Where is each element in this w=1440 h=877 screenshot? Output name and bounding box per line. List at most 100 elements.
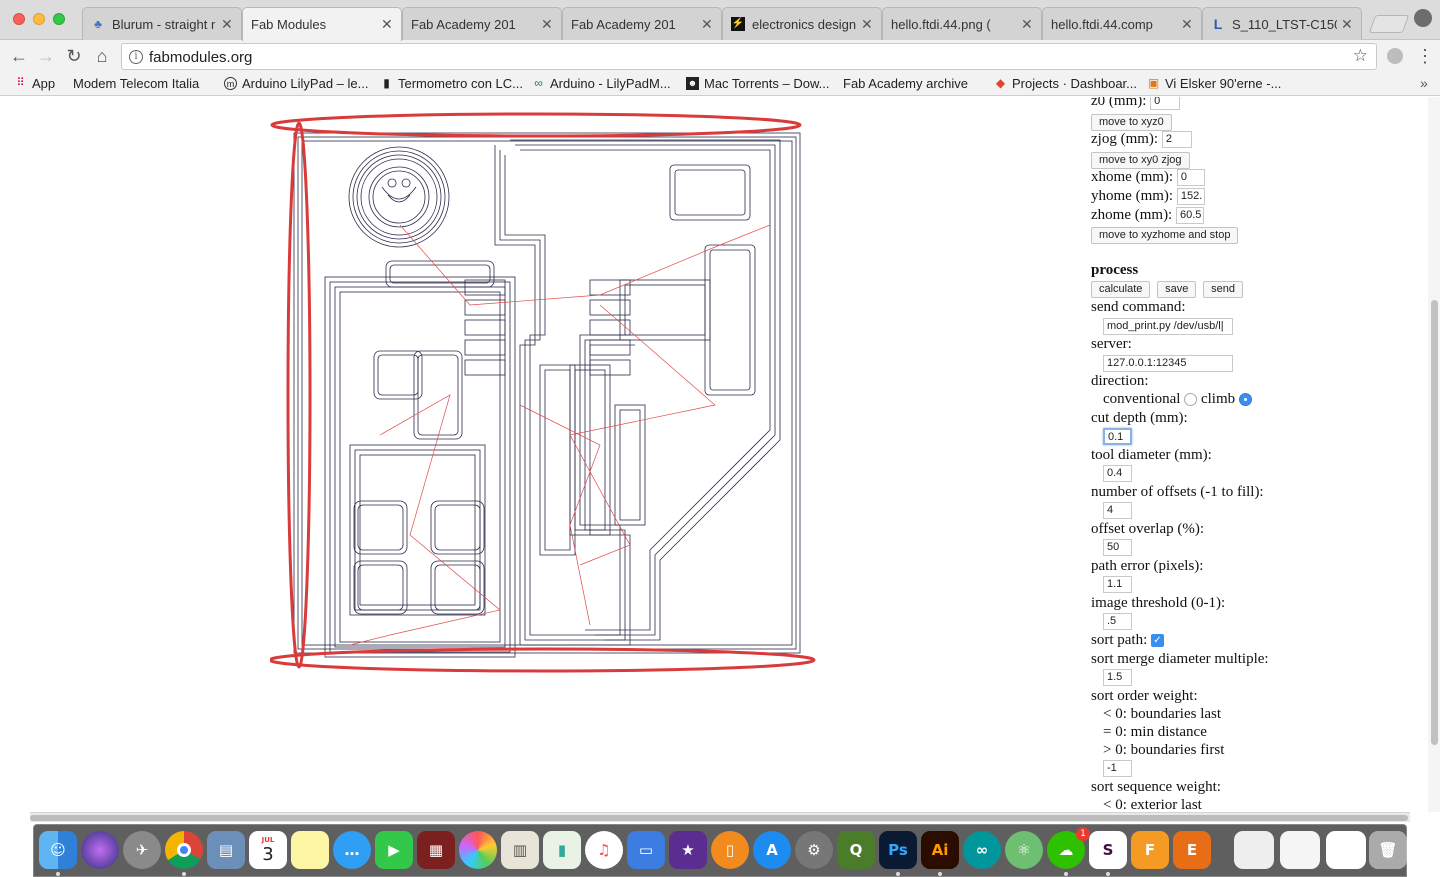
atom-icon[interactable]: ⚛ [1005,831,1043,869]
keynote-icon[interactable]: ▭ [627,831,665,869]
ibooks-icon[interactable]: ▯ [711,831,749,869]
horizontal-scrollbar[interactable] [30,812,1410,822]
system-preferences-icon[interactable]: ⚙ [795,831,833,869]
bookmark-projects-dashboard[interactable]: ◆ Projects · Dashboar... [994,76,1137,91]
bookmark-vi-elsker[interactable]: ▣ Vi Elsker 90'erne -... [1147,76,1282,91]
bookmark-apps[interactable]: ⠿ App [14,76,55,91]
forward-arrow-icon[interactable]: → [34,44,58,68]
preview-icon[interactable]: ▤ [207,831,245,869]
xhome-input[interactable]: 0 [1176,169,1205,187]
fusion-icon[interactable]: F [1131,831,1169,869]
chrome-icon[interactable] [165,831,203,869]
conventional-radio[interactable] [1184,393,1198,407]
document-stack-icon[interactable] [1280,831,1320,869]
yhome-input[interactable]: 152. [1176,188,1205,206]
horizontal-scroll-thumb[interactable] [30,815,1408,821]
app-store-icon[interactable]: A [753,831,791,869]
address-bar[interactable]: i fabmodules.org ☆ [121,43,1377,70]
info-icon[interactable]: i [129,50,143,64]
z0-input[interactable]: 0 [1150,97,1181,111]
bookmark-mac-torrents[interactable]: ☻ Mac Torrents – Dow... [686,76,829,91]
trash-icon[interactable]: 🗑 [1369,831,1407,869]
arduino-icon: ∞ [534,76,543,90]
new-tab-button[interactable] [1368,15,1410,33]
notes-icon[interactable] [291,831,329,869]
profile-icon[interactable] [1414,9,1432,27]
save-button[interactable]: save [1157,281,1197,299]
tab-ltst[interactable]: L S_110_LTST-C150 ✕ [1202,7,1362,40]
send-command-input[interactable]: mod_print.py /dev/usb/l| [1103,318,1233,336]
merge-input[interactable]: 1.5 [1103,669,1132,687]
qgis-icon[interactable]: Q [837,831,875,869]
close-icon[interactable]: ✕ [541,16,553,33]
tab-blurum[interactable]: ♣ Blurum - straight r ✕ [82,7,242,40]
bookmark-termometro[interactable]: ▮ Termometro con LC... [380,76,523,91]
finder-icon[interactable]: ☺ [39,831,77,869]
siri-icon[interactable] [81,831,119,869]
tool-diameter-input[interactable]: 0.4 [1103,465,1132,483]
zhome-input[interactable]: 60.5 [1175,207,1204,225]
menu-icon[interactable]: ⋮ [1416,46,1434,67]
send-button[interactable]: send [1203,281,1244,299]
overlap-input[interactable]: 50 [1103,539,1132,557]
climb-radio[interactable] [1238,393,1252,407]
url-text[interactable]: fabmodules.org [149,49,252,66]
photoshop-icon[interactable]: Ps [879,831,917,869]
close-icon[interactable]: ✕ [221,16,233,33]
tab-electronics-design[interactable]: ⚡ electronics design ✕ [722,7,882,40]
move-xyz0-button[interactable]: move to xyz0 [1091,114,1172,132]
document-stack-icon[interactable] [1234,831,1274,869]
bookmark-modem-telecom[interactable]: Modem Telecom Italia [73,76,199,185]
extension-icon[interactable] [1387,48,1403,64]
facetime-icon[interactable]: ▶ [375,831,413,869]
zoom-window-button[interactable] [53,13,65,25]
close-window-button[interactable] [13,13,25,25]
move-xyzhome-button[interactable]: move to xyzhome and stop [1091,227,1239,245]
move-xy0-zjog-button[interactable]: move to xy0 zjog [1091,152,1190,170]
tab-fab-modules[interactable]: Fab Modules ✕ [242,7,402,41]
back-arrow-icon[interactable]: ← [7,44,31,68]
calculate-button[interactable]: calculate [1091,281,1151,299]
tab-fab-academy-1[interactable]: Fab Academy 201 ✕ [402,7,562,40]
bookmark-star-icon[interactable]: ☆ [1353,46,1368,66]
tab-hello-ftdi-png[interactable]: hello.ftdi.44.png ( ✕ [882,7,1042,40]
home-icon[interactable]: ⌂ [90,44,114,68]
order-weight-input[interactable]: -1 [1103,760,1132,778]
arduino-ide-icon[interactable]: ∞ [963,831,1001,869]
cut-depth-input[interactable]: 0.1 [1103,428,1132,446]
close-icon[interactable]: ✕ [1341,16,1353,33]
imovie-icon[interactable]: ★ [669,831,707,869]
illustrator-icon[interactable]: Ai [921,831,959,869]
messages-icon[interactable]: … [333,831,371,869]
numbers-icon[interactable]: ▮ [543,831,581,869]
server-input[interactable]: 127.0.0.1:12345 [1103,355,1233,373]
bookmark-fab-academy-archive[interactable]: Fab Academy archive [843,76,968,185]
photos-icon[interactable] [459,831,497,869]
offsets-input[interactable]: 4 [1103,502,1132,520]
close-icon[interactable]: ✕ [381,16,393,33]
zjog-input[interactable]: 2 [1161,131,1192,149]
keynote-doc-icon[interactable]: ▥ [501,831,539,869]
bookmark-arduino-lilypad[interactable]: m Arduino LilyPad – le... [224,76,368,91]
eagle-icon[interactable]: E [1173,831,1211,869]
path-error-input[interactable]: 1.1 [1103,576,1132,594]
threshold-input[interactable]: .5 [1103,613,1132,631]
more-bookmarks-icon[interactable]: » [1420,75,1428,91]
calendar-icon[interactable]: JUL 3 [249,831,287,869]
reload-icon[interactable]: ↻ [62,44,86,68]
tab-fab-academy-2[interactable]: Fab Academy 201 ✕ [562,7,722,40]
close-icon[interactable]: ✕ [701,16,713,33]
document-stack-icon[interactable] [1326,831,1366,869]
close-icon[interactable]: ✕ [1021,16,1033,33]
photo-booth-icon[interactable]: ▦ [417,831,455,869]
close-icon[interactable]: ✕ [1181,16,1193,33]
sort-path-checkbox[interactable]: ✓ [1151,634,1164,648]
launchpad-icon[interactable]: ✈ [123,831,161,869]
minimize-window-button[interactable] [33,13,45,25]
vertical-scroll-thumb[interactable] [1431,300,1438,745]
slack-icon[interactable]: S [1089,831,1127,869]
close-icon[interactable]: ✕ [861,16,873,33]
tab-hello-ftdi-comp[interactable]: hello.ftdi.44.comp ✕ [1042,7,1202,40]
bookmark-arduino-lilypadm[interactable]: ∞ Arduino - LilyPadM... [532,76,670,91]
itunes-icon[interactable]: ♫ [585,831,623,869]
